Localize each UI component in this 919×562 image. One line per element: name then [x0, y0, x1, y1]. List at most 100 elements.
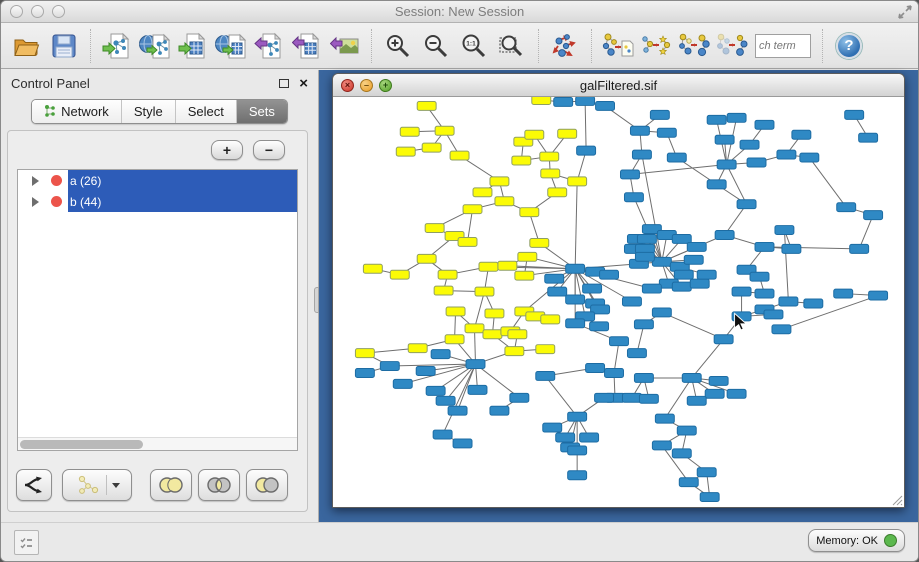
close-window-button[interactable] [10, 5, 23, 18]
create-set-dropdown-button[interactable] [62, 469, 132, 501]
graph-node [485, 309, 504, 318]
venn-buttons [150, 469, 288, 501]
open-session-button[interactable] [7, 27, 45, 65]
set-color-dot-icon [51, 196, 62, 207]
save-session-button[interactable] [45, 27, 83, 65]
graph-node [576, 97, 595, 105]
network-window-titlebar[interactable]: × – + galFiltered.sif [333, 74, 904, 97]
window-title: Session: New Session [395, 4, 524, 19]
network-graph[interactable] [333, 97, 904, 507]
tab-network[interactable]: Network [32, 100, 122, 123]
maximize-view-button[interactable]: + [379, 79, 392, 92]
difference-sets-button[interactable] [246, 469, 288, 501]
export-image-button[interactable] [326, 27, 364, 65]
new-network-selected-nodes-button[interactable] [675, 27, 713, 65]
graph-node [590, 322, 609, 331]
task-history-button[interactable] [14, 530, 39, 555]
apply-layout-button[interactable] [546, 27, 584, 65]
zoom-out-button[interactable] [417, 27, 455, 65]
minimize-window-button[interactable] [31, 5, 44, 18]
export-network-button[interactable] [250, 27, 288, 65]
graph-node [622, 297, 641, 306]
list-item-set-a[interactable]: a (26) [18, 170, 297, 191]
zoom-in-button[interactable] [379, 27, 417, 65]
toolbar-separator [822, 29, 823, 63]
network-view-title: galFiltered.sif [580, 78, 657, 93]
memory-status-button[interactable]: Memory: OK [808, 529, 905, 552]
help-button[interactable]: ? [836, 33, 862, 59]
graph-node [558, 129, 577, 138]
chevron-down-icon[interactable] [112, 483, 120, 488]
tab-select[interactable]: Select [176, 100, 237, 123]
minimize-view-button[interactable]: – [360, 79, 373, 92]
graph-node [610, 337, 629, 346]
intersect-sets-button[interactable] [198, 469, 240, 501]
graph-node [682, 373, 701, 382]
graph-node [436, 396, 455, 405]
export-table-button[interactable] [288, 27, 326, 65]
scrollbar-thumb[interactable] [20, 440, 143, 449]
tab-label: Select [188, 104, 224, 119]
close-panel-icon[interactable]: × [299, 76, 308, 91]
select-first-neighbors-button[interactable] [637, 27, 675, 65]
memory-status-label: Memory: OK [816, 535, 878, 547]
search-input[interactable] [755, 34, 811, 58]
fullscreen-icon[interactable] [897, 4, 913, 20]
tab-sets[interactable]: Sets [237, 100, 287, 123]
graph-node [568, 446, 587, 455]
network-canvas[interactable] [333, 97, 904, 507]
float-panel-icon[interactable] [279, 79, 289, 88]
graph-node [859, 133, 878, 142]
main-toolbar: 1:1 [1, 23, 918, 69]
resize-grip-icon[interactable] [889, 492, 903, 506]
toolbar-separator [591, 29, 592, 63]
sets-panel: + − a (26) b (44) [7, 130, 308, 512]
import-table-from-url-icon [215, 31, 247, 61]
disclosure-triangle-icon[interactable] [32, 197, 39, 207]
zoom-fit-selected-icon [498, 32, 526, 60]
import-table-url-button[interactable] [212, 27, 250, 65]
sets-toolbar: + − [211, 140, 285, 160]
graph-node [355, 369, 374, 378]
horizontal-scrollbar[interactable] [18, 437, 297, 450]
new-network-hide-unselected-button[interactable] [713, 27, 751, 65]
sets-list: a (26) b (44) [17, 169, 298, 451]
main-area: Control Panel × Network [1, 70, 918, 522]
import-table-file-button[interactable] [174, 27, 212, 65]
graph-node [433, 430, 452, 439]
close-view-button[interactable]: × [341, 79, 354, 92]
graph-node [468, 385, 487, 394]
import-network-url-button[interactable] [136, 27, 174, 65]
tab-style[interactable]: Style [122, 100, 176, 123]
new-network-hide-unselected-icon [716, 31, 748, 61]
add-set-button[interactable]: + [211, 140, 243, 160]
split-set-button[interactable] [16, 469, 52, 501]
graph-node [515, 271, 534, 280]
graph-node [545, 274, 564, 283]
zoom-fit-selected-button[interactable] [493, 27, 531, 65]
tab-label: Network [61, 104, 109, 119]
remove-set-button[interactable]: − [253, 140, 285, 160]
zoom-window-button[interactable] [52, 5, 65, 18]
zoom-actual-size-button[interactable]: 1:1 [455, 27, 493, 65]
venn-intersection-icon [205, 476, 233, 494]
memory-led-icon [884, 534, 897, 547]
import-table-from-file-icon [178, 31, 208, 61]
network-desktop: × – + galFiltered.sif [319, 70, 918, 522]
graph-node [566, 264, 585, 273]
graph-node [605, 369, 624, 378]
new-network-from-selection-button[interactable] [599, 27, 637, 65]
graph-node [635, 252, 654, 261]
disclosure-triangle-icon[interactable] [32, 176, 39, 186]
list-item-set-b[interactable]: b (44) [18, 191, 297, 212]
graph-node [634, 320, 653, 329]
graph-node [479, 262, 498, 271]
graph-node [580, 433, 599, 442]
graph-node [750, 272, 769, 281]
select-first-neighbors-icon [640, 31, 672, 61]
graph-node [764, 310, 783, 319]
graph-node [737, 200, 756, 209]
import-network-file-button[interactable] [98, 27, 136, 65]
union-sets-button[interactable] [150, 469, 192, 501]
set-row-label: a (26) [68, 170, 297, 191]
